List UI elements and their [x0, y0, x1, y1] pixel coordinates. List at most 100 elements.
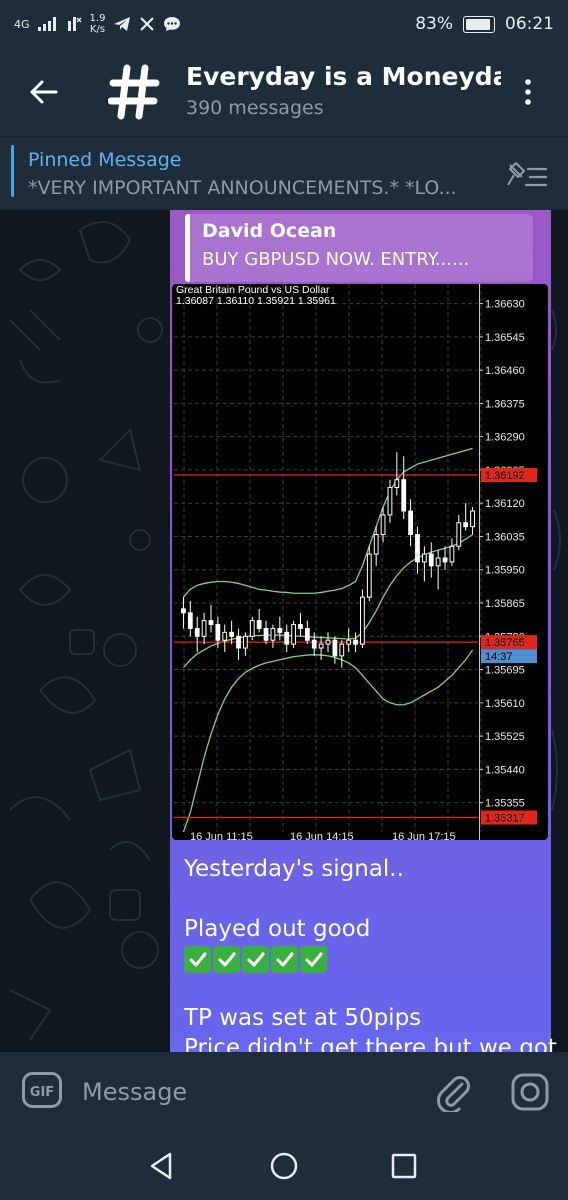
candle-body	[449, 545, 455, 563]
price-line-label: 1.35765	[485, 637, 525, 649]
chart-ohlc: 1.36087 1.36110 1.35921 1.35961	[176, 295, 336, 307]
pinned-list-icon[interactable]	[506, 161, 550, 189]
message-input[interactable]	[80, 1074, 414, 1110]
candle-body	[360, 596, 365, 645]
candle-body	[318, 643, 324, 649]
status-bar: 4G 1.9 K/s 83% 06:21	[0, 0, 568, 48]
candle-body	[470, 510, 475, 528]
candle-body	[380, 514, 386, 536]
chat-header: Everyday is a Moneyday 390 messages	[0, 48, 568, 136]
chart-grid	[174, 284, 482, 832]
gif-button[interactable]: GIF	[22, 1072, 62, 1108]
x-icon	[140, 17, 155, 31]
candle-body	[387, 487, 393, 516]
candle-body	[256, 620, 262, 629]
candle-body	[187, 612, 193, 629]
candle-body	[428, 553, 434, 567]
candle-body	[229, 631, 235, 637]
candle-body	[249, 620, 255, 637]
telegram-icon	[114, 17, 131, 31]
net-speed: 1.9 K/s	[89, 13, 106, 35]
back-arrow-icon[interactable]	[28, 76, 60, 108]
nav-back-icon[interactable]	[146, 1150, 178, 1182]
candle-body	[243, 635, 248, 649]
reply-indicator	[185, 214, 190, 282]
attach-icon[interactable]	[434, 1072, 474, 1112]
price-tick-label: 1.36290	[485, 432, 525, 444]
reply-text: BUY GBPUSD NOW. ENTRY......	[202, 249, 470, 270]
more-menu-icon[interactable]	[518, 76, 538, 108]
price-tick-label: 1.35865	[485, 598, 525, 610]
candle-body	[208, 620, 214, 626]
candle-body	[346, 639, 352, 645]
chat-area: David Ocean BUY GBPUSD NOW. ENTRY...... …	[0, 210, 568, 1052]
camera-icon[interactable]	[510, 1072, 550, 1112]
price-lines	[174, 474, 478, 819]
price-tick-label: 1.36545	[485, 332, 525, 344]
price-line-label: 1.35317	[485, 813, 525, 825]
check-mark-icon	[271, 946, 298, 973]
system-nav-bar	[0, 1130, 568, 1200]
battery-icon	[463, 15, 495, 33]
price-tick-label: 1.35525	[485, 731, 525, 743]
candle-body	[435, 557, 441, 567]
message-count: 390 messages	[186, 97, 324, 119]
clock: 06:21	[505, 14, 554, 34]
chat-icon	[164, 17, 181, 31]
time-label: 16 Jun 17:15	[392, 831, 456, 840]
price-tick-label: 1.36375	[485, 398, 525, 410]
candle-body	[463, 522, 469, 528]
candle-body	[270, 627, 276, 641]
candle-body	[373, 534, 379, 555]
candles	[181, 452, 475, 668]
signal-icon	[37, 17, 56, 31]
price-tick-label: 1.35695	[485, 665, 525, 677]
reply-preview[interactable]: David Ocean BUY GBPUSD NOW. ENTRY......	[185, 214, 533, 282]
time-tag-label: 14:37	[485, 651, 513, 663]
price-axis-labels: 1.366301.365451.364601.363751.362901.362…	[479, 299, 537, 825]
chart-image[interactable]: 1.366301.365451.364601.363751.362901.362…	[172, 284, 548, 840]
candle-body	[291, 624, 296, 645]
nav-home-icon[interactable]	[268, 1150, 300, 1182]
price-tick-label: 1.36035	[485, 531, 525, 543]
message-text: Yesterday's signal.. Played out good TP …	[184, 854, 557, 1052]
candle-body	[325, 639, 331, 645]
price-tick-label: 1.36630	[485, 299, 525, 311]
band-lower	[182, 649, 474, 833]
message-line: Played out good	[184, 916, 371, 942]
network-type: 4G	[14, 17, 30, 31]
candle-body	[277, 627, 283, 633]
check-mark-icon	[184, 946, 211, 973]
candle-body	[284, 631, 290, 645]
candle-body	[304, 627, 310, 641]
candle-body	[215, 624, 221, 641]
candle-body	[442, 557, 448, 563]
check-mark-icon	[213, 946, 240, 973]
pinned-message-bar[interactable]: Pinned Message *VERY IMPORTANT ANNOUNCEM…	[0, 136, 568, 211]
candle-body	[394, 479, 400, 489]
candle-body	[415, 534, 420, 563]
candle-body	[222, 631, 228, 641]
price-tick-label: 1.35610	[485, 698, 525, 710]
price-chart: 1.366301.365451.364601.363751.362901.362…	[174, 284, 537, 840]
candle-body	[311, 639, 317, 649]
candle-body	[421, 553, 427, 563]
candle-body	[456, 522, 462, 547]
pinned-text: *VERY IMPORTANT ANNOUNCEMENTS.* *LO...	[28, 177, 457, 199]
message-line: TP was set at 50pips	[184, 1005, 422, 1031]
sim-off-icon	[67, 17, 81, 31]
pinned-indicator	[11, 145, 14, 197]
svg-text:GIF: GIF	[30, 1085, 54, 1100]
time-label: 16 Jun 11:15	[190, 831, 253, 840]
time-label: 16 Jun 14:15	[290, 831, 354, 840]
channel-avatar-icon[interactable]	[108, 64, 160, 120]
band-upper	[182, 447, 473, 598]
nav-recents-icon[interactable]	[388, 1150, 420, 1182]
check-emojis	[184, 946, 544, 973]
candle-body	[332, 639, 338, 657]
price-line-label: 1.36192	[485, 470, 525, 482]
chat-title[interactable]: Everyday is a Moneyday	[186, 62, 501, 91]
candle-body	[401, 479, 407, 512]
price-tick-label: 1.36460	[485, 365, 525, 377]
reply-author: David Ocean	[202, 220, 337, 242]
